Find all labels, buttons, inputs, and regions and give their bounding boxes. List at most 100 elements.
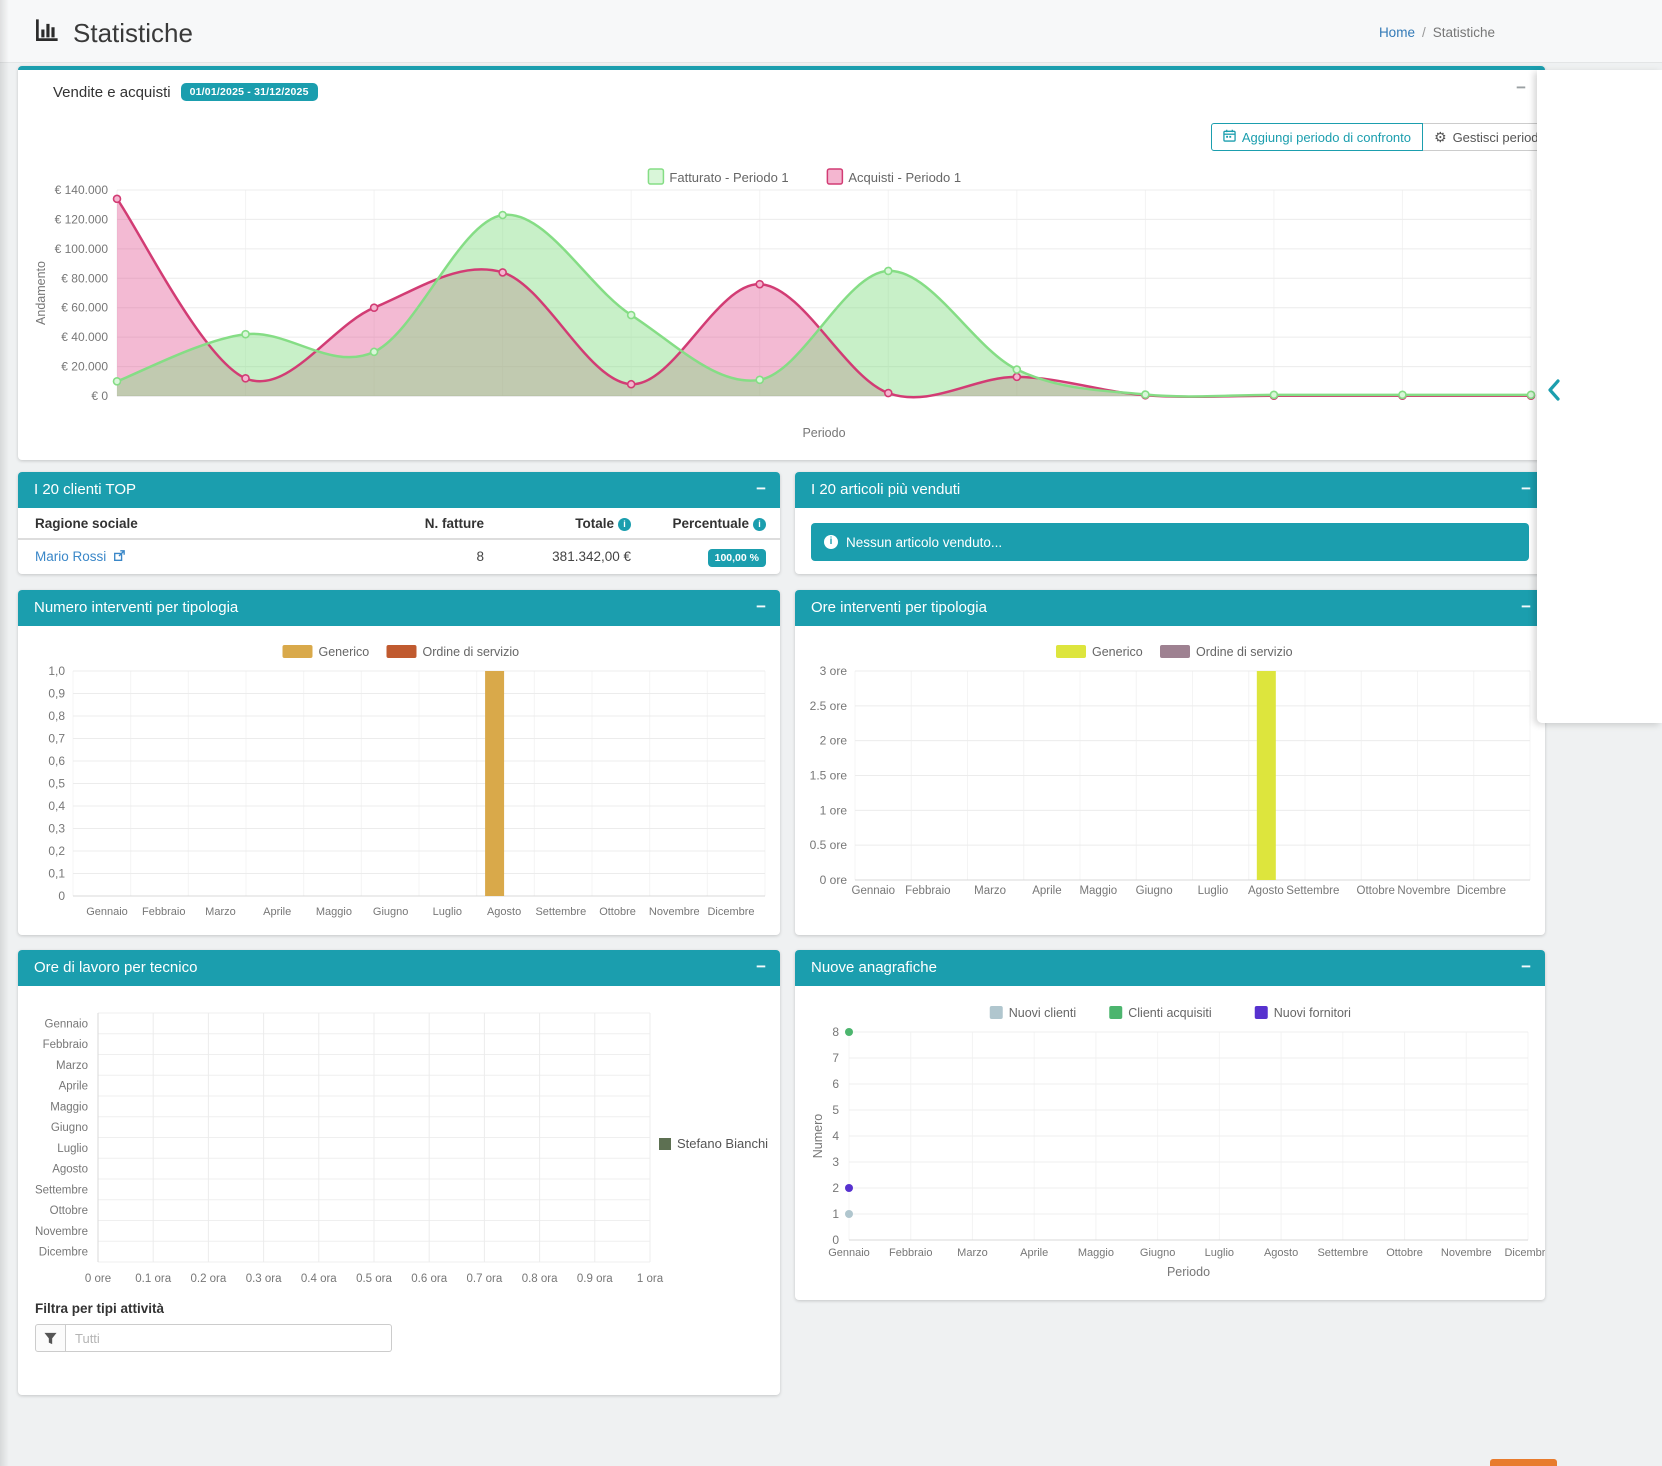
panel-lavoro-title: Ore di lavoro per tecnico — [34, 959, 197, 976]
orange-bottom-element[interactable] — [1490, 1459, 1557, 1466]
svg-text:0,3: 0,3 — [48, 822, 65, 836]
svg-text:Novembre: Novembre — [649, 906, 700, 918]
svg-text:Clienti acquisiti: Clienti acquisiti — [1128, 1006, 1211, 1020]
collapse-anagrafiche-button[interactable]: − — [1521, 950, 1531, 986]
svg-text:0.4 ora: 0.4 ora — [301, 1273, 337, 1285]
cell-percentuale: 100,00 % — [645, 539, 780, 572]
table-row: Mario Rossi 8 381.342,00 € 100,00 % — [18, 539, 780, 572]
svg-text:Giugno: Giugno — [1140, 1247, 1175, 1259]
column-n-fatture: N. fatture — [375, 508, 498, 539]
svg-text:Novembre: Novembre — [35, 1226, 88, 1238]
nuove-anagrafiche-chart: 876543210GennaioFebbraioMarzoAprileMaggi… — [795, 950, 1545, 1300]
svg-text:2: 2 — [832, 1181, 839, 1195]
ore-interventi-chart: 3 ore2.5 ore2 ore1.5 ore1 ore0.5 ore0 or… — [795, 590, 1545, 935]
panel-articoli-title: I 20 articoli più venduti — [811, 481, 960, 498]
svg-text:1,0: 1,0 — [48, 664, 65, 678]
panel-ore-title: Ore interventi per tipologia — [811, 599, 987, 616]
svg-text:0.5 ora: 0.5 ora — [356, 1273, 392, 1285]
page-title: Statistiche — [34, 16, 193, 50]
svg-text:Gennaio: Gennaio — [45, 1018, 88, 1030]
svg-text:Febbraio: Febbraio — [905, 885, 950, 897]
svg-text:Nuovi clienti: Nuovi clienti — [1009, 1006, 1076, 1020]
svg-text:0,7: 0,7 — [48, 732, 65, 746]
vendite-acquisti-chart: € 140.000€ 120.000€ 100.000€ 80.000€ 60.… — [18, 70, 1545, 460]
svg-text:Aprile: Aprile — [1020, 1247, 1048, 1259]
svg-text:Fatturato - Periodo 1: Fatturato - Periodo 1 — [669, 170, 788, 185]
svg-text:Gennaio: Gennaio — [852, 885, 895, 897]
client-link[interactable]: Mario Rossi — [35, 549, 125, 564]
svg-text:7: 7 — [832, 1051, 839, 1065]
info-icon: i — [824, 535, 838, 549]
drawer-chevron-left[interactable] — [1546, 378, 1562, 407]
svg-text:0 ore: 0 ore — [85, 1273, 111, 1285]
svg-text:Marzo: Marzo — [56, 1060, 88, 1072]
svg-text:Marzo: Marzo — [205, 906, 236, 918]
panel-clienti-title: I 20 clienti TOP — [34, 481, 136, 498]
svg-text:Ottobre: Ottobre — [50, 1205, 88, 1217]
svg-text:Settembre: Settembre — [535, 906, 586, 918]
svg-text:Dicembre: Dicembre — [1457, 885, 1506, 897]
svg-text:Gennaio: Gennaio — [86, 906, 128, 918]
svg-text:Periodo: Periodo — [802, 426, 845, 440]
svg-text:Dicembre: Dicembre — [1504, 1247, 1545, 1259]
svg-text:3: 3 — [832, 1155, 839, 1169]
svg-text:Maggio: Maggio — [316, 906, 352, 918]
svg-text:Dicembre: Dicembre — [39, 1247, 88, 1259]
filter-activity-input[interactable] — [66, 1324, 392, 1352]
left-edge-shadow — [0, 0, 9, 1466]
collapse-articoli-button[interactable]: − — [1521, 472, 1531, 508]
numero-interventi-chart: 1,00,90,80,70,60,50,40,30,20,10GennaioFe… — [18, 590, 780, 935]
svg-text:0,4: 0,4 — [48, 799, 65, 813]
svg-text:0 ore: 0 ore — [820, 873, 848, 887]
column-ragione-sociale: Ragione sociale — [18, 508, 375, 539]
svg-text:€ 60.000: € 60.000 — [61, 301, 108, 315]
breadcrumb: Home/Statistiche — [1379, 25, 1495, 40]
svg-text:Ottobre: Ottobre — [1386, 1247, 1423, 1259]
svg-text:0: 0 — [832, 1233, 839, 1247]
svg-text:5: 5 — [832, 1103, 839, 1117]
svg-text:Periodo: Periodo — [1167, 1265, 1210, 1279]
svg-text:€ 140.000: € 140.000 — [55, 183, 109, 197]
svg-text:Settembre: Settembre — [35, 1184, 88, 1196]
svg-text:Marzo: Marzo — [974, 885, 1006, 897]
collapse-ore-button[interactable]: − — [1521, 590, 1531, 626]
svg-text:4: 4 — [832, 1129, 839, 1143]
svg-text:0,8: 0,8 — [48, 709, 65, 723]
svg-text:1 ore: 1 ore — [820, 803, 848, 817]
svg-text:0,6: 0,6 — [48, 754, 65, 768]
column-percentuale: Percentualei — [645, 508, 780, 539]
svg-text:Maggio: Maggio — [1078, 1247, 1114, 1259]
breadcrumb-home-link[interactable]: Home — [1379, 25, 1415, 40]
svg-text:Agosto: Agosto — [52, 1164, 88, 1176]
chevron-left-icon — [1546, 378, 1562, 402]
svg-text:€ 20.000: € 20.000 — [61, 360, 108, 374]
svg-text:Andamento: Andamento — [34, 261, 48, 325]
percentuale-info-icon[interactable]: i — [753, 518, 766, 531]
svg-text:2 ore: 2 ore — [820, 734, 848, 748]
svg-text:Febbraio: Febbraio — [43, 1039, 88, 1051]
collapse-numero-button[interactable]: − — [756, 590, 766, 626]
svg-text:Ottobre: Ottobre — [599, 906, 636, 918]
panel-nuove-anagrafiche: 876543210GennaioFebbraioMarzoAprileMaggi… — [795, 950, 1545, 1300]
panel-clienti-top: I 20 clienti TOP − Ragione sociale N. fa… — [18, 472, 780, 574]
svg-text:Gennaio: Gennaio — [828, 1247, 870, 1259]
svg-text:Ordine di servizio: Ordine di servizio — [1196, 645, 1293, 659]
top-header-bar: Statistiche Home/Statistiche — [0, 0, 1662, 63]
external-link-icon — [113, 550, 125, 562]
panel-ore-lavoro: 0 ore0.1 ora0.2 ora0.3 ora0.4 ora0.5 ora… — [18, 950, 780, 1395]
svg-text:Maggio: Maggio — [1079, 885, 1117, 897]
svg-text:Generico: Generico — [1092, 645, 1143, 659]
svg-text:Luglio: Luglio — [433, 906, 462, 918]
funnel-icon — [44, 1332, 57, 1345]
totale-info-icon[interactable]: i — [618, 518, 631, 531]
svg-text:Settembre: Settembre — [1286, 885, 1339, 897]
collapse-lavoro-button[interactable]: − — [756, 950, 766, 986]
filter-button[interactable] — [35, 1324, 66, 1352]
collapse-clienti-button[interactable]: − — [756, 472, 766, 508]
svg-text:0.9 ora: 0.9 ora — [577, 1273, 613, 1285]
svg-text:€ 100.000: € 100.000 — [55, 242, 109, 256]
svg-text:Aprile: Aprile — [59, 1081, 88, 1093]
svg-text:Ordine di servizio: Ordine di servizio — [423, 645, 520, 659]
panel-vendite-acquisti: Vendite e acquisti 01/01/2025 - 31/12/20… — [18, 66, 1545, 460]
svg-text:Settembre: Settembre — [1317, 1247, 1368, 1259]
